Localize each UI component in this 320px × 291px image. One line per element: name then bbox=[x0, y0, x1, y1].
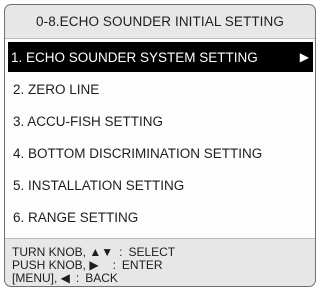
menu-title-text: 0-8.ECHO SOUNDER INITIAL SETTING bbox=[36, 14, 284, 29]
menu-item-label: 2. ZERO LINE bbox=[13, 81, 100, 97]
menu-list: 1. ECHO SOUNDER SYSTEM SETTING ▶ 2. ZERO… bbox=[5, 38, 315, 239]
key-help: TURN KNOB, ▲▼ : SELECT PUSH KNOB, ▶ : EN… bbox=[5, 239, 315, 285]
help-key: [MENU], ◀ bbox=[12, 271, 70, 285]
menu-item-range-setting[interactable]: 6. RANGE SETTING bbox=[8, 202, 313, 232]
menu-item-bottom-discrimination-setting[interactable]: 4. BOTTOM DISCRIMINATION SETTING bbox=[8, 138, 313, 168]
submenu-arrow-icon: ▶ bbox=[299, 50, 309, 64]
menu-item-installation-setting[interactable]: 5. INSTALLATION SETTING bbox=[8, 170, 313, 200]
menu-item-label: 3. ACCU-FISH SETTING bbox=[13, 113, 164, 129]
menu-title: 0-8.ECHO SOUNDER INITIAL SETTING bbox=[5, 5, 315, 38]
help-separator: : bbox=[75, 271, 80, 285]
menu-window: 0-8.ECHO SOUNDER INITIAL SETTING 1. ECHO… bbox=[4, 4, 316, 287]
help-action: ENTER bbox=[121, 258, 163, 272]
menu-item-label: 4. BOTTOM DISCRIMINATION SETTING bbox=[13, 145, 263, 161]
menu-item-echo-sounder-system-setting[interactable]: 1. ECHO SOUNDER SYSTEM SETTING ▶ bbox=[8, 42, 313, 72]
menu-item-label: 5. INSTALLATION SETTING bbox=[13, 177, 185, 193]
help-row-back: [MENU], ◀ : BACK bbox=[12, 272, 315, 285]
menu-item-label: 6. RANGE SETTING bbox=[13, 209, 139, 225]
menu-item-accu-fish-setting[interactable]: 3. ACCU-FISH SETTING bbox=[8, 106, 313, 136]
menu-item-label: 1. ECHO SOUNDER SYSTEM SETTING bbox=[11, 49, 258, 65]
menu-item-zero-line[interactable]: 2. ZERO LINE bbox=[8, 74, 313, 104]
help-action: BACK bbox=[85, 271, 118, 285]
